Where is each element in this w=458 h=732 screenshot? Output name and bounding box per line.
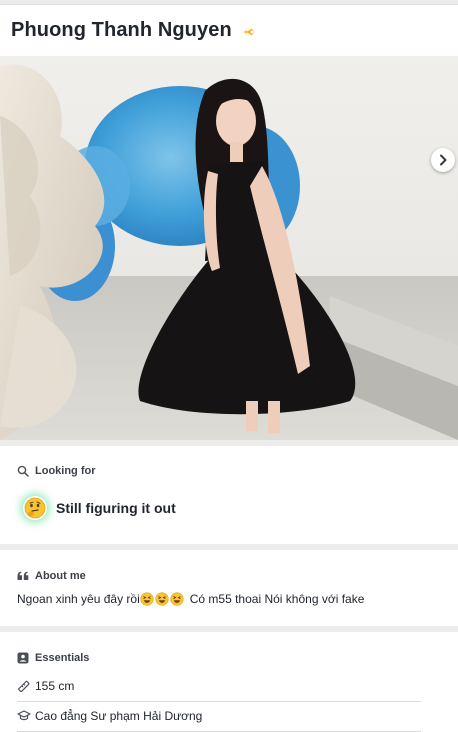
next-photo-button[interactable] <box>431 148 455 172</box>
search-icon <box>17 465 29 477</box>
about-me-heading: About me <box>17 570 86 582</box>
profile-header: Phuong Thanh Nguyen <box>0 4 458 56</box>
looking-for-text: Still figuring it out <box>56 500 176 516</box>
essentials-item-height: 155 cm <box>17 672 421 700</box>
graduation-cap-icon <box>17 710 35 722</box>
looking-for-card: Looking for Still figuring it out <box>0 446 458 544</box>
profile-page: Phuong Thanh Nguyen Looking for Still fi… <box>0 0 458 732</box>
about-me-text-end: Có m55 thoai Nói không với fake <box>189 592 365 606</box>
ruler-icon <box>17 680 35 693</box>
essentials-label: Essentials <box>35 652 90 664</box>
essentials-item-education: Cao đẳng Sư phạm Hải Dương <box>17 702 421 730</box>
verified-badge-icon <box>242 27 256 37</box>
height-value: 155 cm <box>35 679 75 693</box>
about-me-card: About me Ngoan xinh yêu đây rồi Có m55 t… <box>0 550 458 626</box>
thinking-face-icon <box>23 496 47 520</box>
profile-photo[interactable] <box>0 56 458 440</box>
about-me-label: About me <box>35 570 86 582</box>
essentials-heading: Essentials <box>17 652 89 664</box>
id-card-icon <box>17 652 29 664</box>
grinning-squint-face-icon <box>140 592 154 606</box>
chevron-right-icon <box>438 154 448 166</box>
about-me-text: Ngoan xinh yêu đây rồi Có m55 thoai Nói … <box>17 592 364 606</box>
about-me-text-start: Ngoan xinh yêu đây rồi <box>17 592 140 606</box>
grinning-squint-face-icon <box>155 592 169 606</box>
quote-icon <box>17 571 29 581</box>
looking-for-label: Looking for <box>35 465 96 477</box>
looking-for-value: Still figuring it out <box>23 496 176 520</box>
essentials-card: Essentials 155 cm Cao đẳng Sư phạm Hải D… <box>0 632 458 732</box>
looking-for-heading: Looking for <box>17 465 96 477</box>
profile-name: Phuong Thanh Nguyen <box>11 19 232 41</box>
education-value: Cao đẳng Sư phạm Hải Dương <box>35 709 203 723</box>
grinning-squint-face-icon <box>170 592 184 606</box>
